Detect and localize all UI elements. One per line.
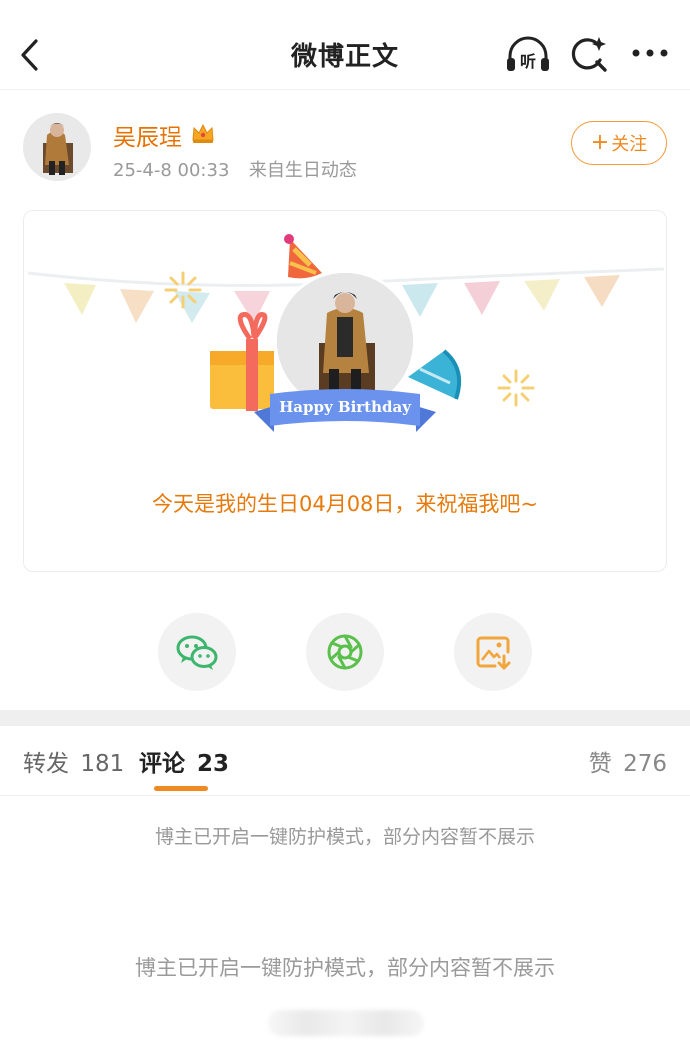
- share-wechat-button[interactable]: [158, 613, 236, 691]
- tabs-divider: [0, 795, 690, 796]
- protection-notice: 博主已开启一键防护模式，部分内容暂不展示: [154, 826, 535, 848]
- follow-plus: +: [590, 130, 610, 155]
- follow-button[interactable]: + 关注: [571, 121, 667, 165]
- search-sparkle-icon[interactable]: [569, 34, 609, 74]
- active-tab-indicator: [154, 786, 208, 791]
- tab-likes-count: 276: [623, 751, 667, 777]
- listen-label: 听: [520, 52, 536, 71]
- tab-comments-count: 23: [197, 751, 230, 777]
- happy-birthday-ribbon: Happy Birthday: [250, 382, 440, 438]
- post-timestamp: 25-4-8 00:33: [113, 160, 230, 181]
- tab-comments[interactable]: 评论 23: [139, 744, 229, 778]
- save-image-icon: [476, 636, 511, 670]
- bunting-flag: [584, 275, 620, 307]
- protection-notice-large: 博主已开启一键防护模式，部分内容暂不展示: [135, 956, 555, 980]
- section-divider: [0, 710, 690, 726]
- author-name[interactable]: 吴辰珵: [113, 118, 182, 152]
- bunting-flag: [174, 291, 210, 323]
- share-moments-button[interactable]: [306, 613, 384, 691]
- tab-likes-label: 赞: [588, 751, 612, 777]
- bunting-flag: [64, 283, 96, 315]
- ribbon-text: Happy Birthday: [279, 398, 412, 416]
- blurred-content: [268, 1010, 424, 1036]
- tab-repost-count: 181: [80, 751, 125, 777]
- more-dots-icon[interactable]: [628, 38, 672, 68]
- party-hat: [284, 234, 322, 279]
- crown-icon: [190, 120, 216, 146]
- tab-comments-label: 评论: [139, 751, 185, 777]
- bunting-flag: [524, 279, 560, 311]
- avatar[interactable]: [23, 113, 91, 181]
- bunting-flag: [120, 289, 154, 323]
- tab-repost-label: 转发: [23, 751, 69, 777]
- save-image-button[interactable]: [454, 613, 532, 691]
- post-meta: 25-4-8 00:33 来自生日动态: [113, 156, 357, 182]
- post-source: 来自生日动态: [248, 160, 357, 181]
- moments-icon: [327, 634, 363, 670]
- tab-repost[interactable]: 转发 181: [23, 744, 124, 778]
- tab-likes[interactable]: 赞 276: [589, 744, 667, 778]
- top-bar: 微博正文 听: [0, 0, 690, 90]
- follow-label: 关注: [611, 134, 648, 155]
- wechat-icon: [176, 635, 218, 670]
- bunting-flag: [464, 281, 500, 315]
- birthday-greeting: 今天是我的生日04月08日，来祝福我吧~: [151, 492, 539, 516]
- listen-headphones-icon[interactable]: 听: [504, 34, 552, 74]
- sparkle-right: [497, 369, 535, 407]
- sparkle-left: [164, 271, 202, 309]
